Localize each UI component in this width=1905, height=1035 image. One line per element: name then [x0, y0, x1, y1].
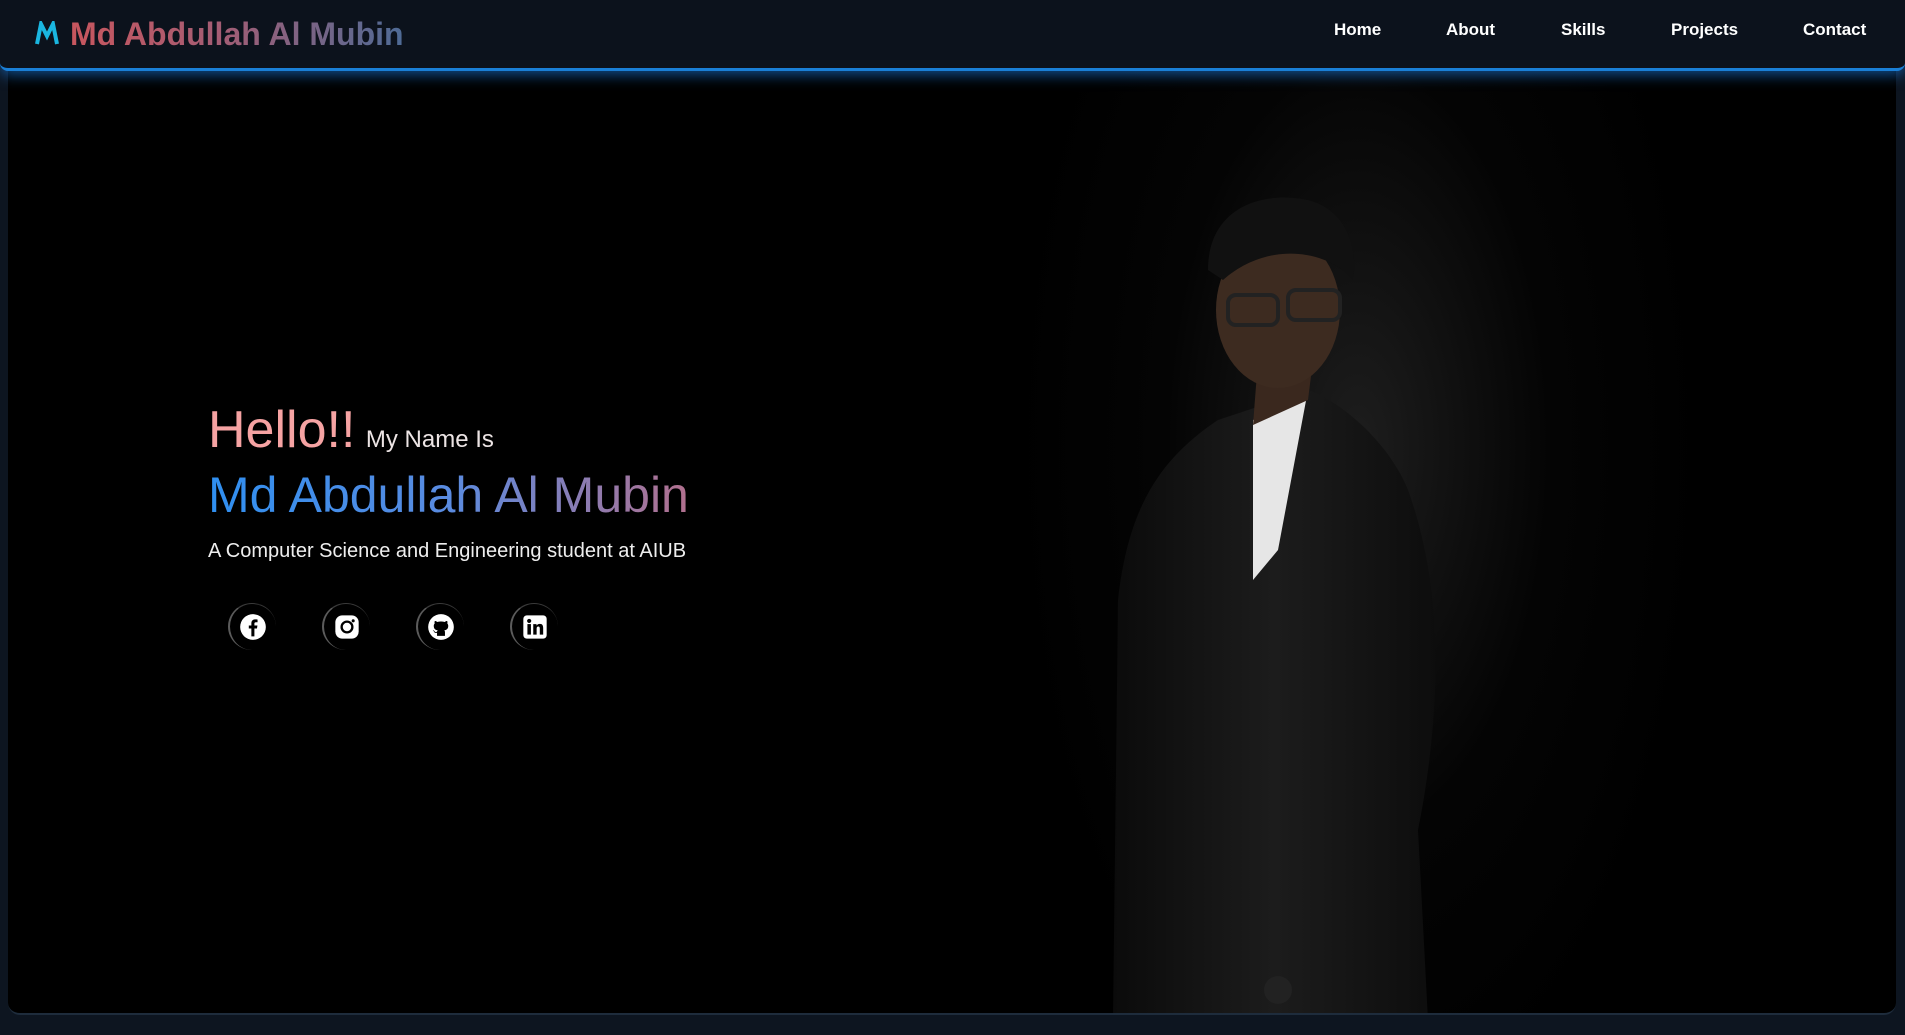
m-logo-icon — [35, 21, 59, 45]
hero-name: Md Abdullah Al Mubin — [208, 467, 689, 523]
linkedin-link[interactable] — [510, 603, 558, 650]
instagram-icon — [335, 615, 359, 639]
nav-skills[interactable]: Skills — [1561, 20, 1605, 40]
hero-section: Hello!! My Name Is Md Abdullah Al Mubin … — [8, 70, 1896, 1015]
nav-projects[interactable]: Projects — [1671, 20, 1738, 40]
nav-home[interactable]: Home — [1334, 20, 1381, 40]
brand-name: Md Abdullah Al Mubin — [70, 15, 404, 52]
hero-tagline: A Computer Science and Engineering stude… — [208, 540, 687, 562]
facebook-icon — [240, 614, 266, 640]
subgreeting-text: My Name Is — [365, 426, 494, 453]
nav-contact[interactable]: Contact — [1803, 20, 1866, 40]
brand[interactable]: Md Abdullah Al Mubin — [34, 0, 404, 68]
linkedin-icon — [523, 615, 547, 639]
facebook-link[interactable] — [228, 603, 276, 650]
hello-text: Hello!! — [208, 401, 356, 459]
github-link[interactable] — [416, 603, 464, 650]
intro-block: Hello!! My Name Is Md Abdullah Al Mubin … — [208, 400, 689, 650]
navbar: Md Abdullah Al Mubin Home About Skills P… — [0, 0, 1905, 71]
instagram-link[interactable] — [322, 603, 370, 650]
github-icon — [428, 614, 454, 640]
profile-photo — [1113, 197, 1436, 1013]
nav-about[interactable]: About — [1446, 20, 1495, 40]
greeting-line: Hello!! My Name Is — [208, 400, 689, 460]
